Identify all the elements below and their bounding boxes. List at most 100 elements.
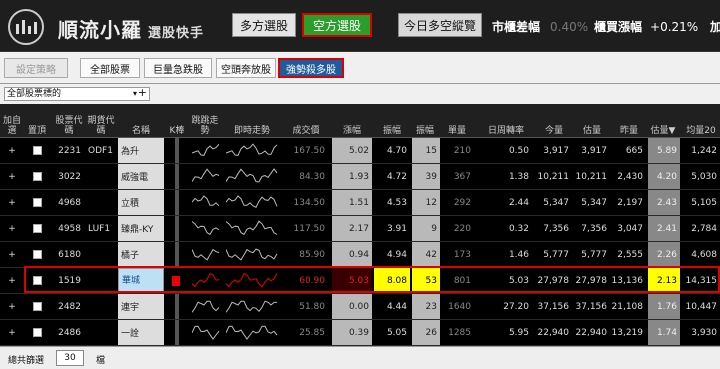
cell-avg: 4,608 (691, 249, 717, 260)
cell-fut (86, 320, 116, 345)
cell-avg: 2,784 (691, 223, 717, 234)
cell-avg: 10,447 (685, 301, 718, 312)
cell-chg: 1.93 (332, 164, 372, 189)
set-strategy-button[interactable]: 設定策略 (4, 58, 68, 78)
cell-name[interactable]: 橘子 (118, 242, 164, 267)
col-add[interactable]: 加自選 (0, 104, 24, 138)
add-watchlist-button[interactable]: + (0, 138, 24, 163)
table-row[interactable]: +1519 華城 60.90 5.03 8.08 53 801 5.03 27,978 27,97… (0, 268, 720, 294)
table-row[interactable]: +2482 連宇 51.80 0.00 4.44 23 1640 27.20 37,156 37,… (0, 294, 720, 320)
cell-name[interactable]: 立積 (118, 190, 164, 215)
cell-ratio: 2.26 (648, 242, 680, 267)
cell-ratio: 1.74 (648, 320, 680, 345)
table-row[interactable]: +2486 一詮 25.85 0.39 5.05 26 1285 5.95 22,940 22,9… (0, 320, 720, 346)
cell-yest: 3,047 (617, 223, 643, 234)
tab-volume-drop[interactable]: 巨量急跌股 (144, 58, 212, 78)
cell-est: 37,156 (575, 301, 608, 312)
pin-checkbox[interactable] (26, 320, 48, 345)
status-bar: 總共篩選 30 檔 (0, 346, 720, 369)
col-pin[interactable]: 置頂 (26, 104, 48, 138)
cell-price: 85.90 (299, 249, 325, 260)
tab-bear-release[interactable]: 空頭奔放股 (216, 58, 276, 78)
col-futures[interactable]: 期貨代碼 (86, 104, 116, 138)
cell-code: 2482 (58, 301, 81, 312)
sparkline (192, 300, 220, 313)
cell-name[interactable]: 威強電 (118, 164, 164, 189)
pin-checkbox[interactable] (26, 190, 48, 215)
cell-amp2: 42 (412, 242, 440, 267)
stock-table: 加自選 置頂 股票代碼 期貨代碼 名稱 K棒 跳跳走勢 即時走勢 成交價 漲幅 … (0, 104, 720, 346)
cell-today: 7,356 (543, 223, 569, 234)
col-unit-vol[interactable]: 單量 (440, 104, 474, 138)
overview-button[interactable]: 今日多空縱覽 (398, 13, 482, 37)
tab-strong-kill[interactable]: 強勢殺多股 (278, 58, 344, 78)
cell-ratio: 2.13 (648, 268, 680, 293)
cell-amp: 4.72 (386, 171, 407, 182)
col-realtime-trend[interactable]: 即時走勢 (224, 104, 280, 138)
cell-name[interactable]: 華城 (118, 268, 164, 293)
cell-vol: 367 (453, 171, 471, 182)
cell-name[interactable]: 連宇 (118, 294, 164, 319)
cell-name[interactable]: 為升 (118, 138, 164, 163)
table-row[interactable]: +4968 立積 134.50 1.51 4.53 12 292 2.44 5,347 5,347… (0, 190, 720, 216)
col-est-vol[interactable]: 估量 (574, 104, 610, 138)
table-row[interactable]: +4958 LUF1 臻鼎-KY 117.50 2.17 3.91 9 220 0.32 7,35… (0, 216, 720, 242)
table-header: 加自選 置頂 股票代碼 期貨代碼 名稱 K棒 跳跳走勢 即時走勢 成交價 漲幅 … (0, 104, 720, 138)
pin-checkbox[interactable] (26, 294, 48, 319)
add-watchlist-button[interactable]: + (0, 294, 24, 319)
cell-vol: 220 (453, 223, 471, 234)
cell-name[interactable]: 一詮 (118, 320, 164, 345)
bull-select-button[interactable]: 多方選股 (232, 13, 296, 37)
add-watchlist-button[interactable]: + (0, 216, 24, 241)
cell-code: 3022 (58, 171, 81, 182)
col-est-ratio[interactable]: 估量▼ (646, 104, 680, 138)
cell-vol: 210 (453, 145, 471, 156)
cell-fut (86, 164, 116, 189)
cell-amp: 5.05 (386, 327, 407, 338)
plus-icon[interactable]: + (138, 87, 147, 99)
stock-scope-select[interactable]: 全部股票標的 ▾ + (4, 87, 150, 101)
pin-checkbox[interactable] (26, 242, 48, 267)
pin-checkbox[interactable] (26, 268, 48, 293)
col-name[interactable]: 名稱 (118, 104, 164, 138)
cell-price: 117.50 (293, 223, 326, 234)
sparkline (226, 300, 278, 313)
col-change[interactable]: 漲幅 (332, 104, 372, 138)
col-amplitude2[interactable]: 振幅 (410, 104, 440, 138)
kbar-mark (175, 164, 179, 189)
col-turnover[interactable]: 日周轉率 (480, 104, 532, 138)
col-yest-vol[interactable]: 昨量 (612, 104, 646, 138)
table-row[interactable]: +3022 威強電 84.30 1.93 4.72 39 367 1.38 10,211 10,2… (0, 164, 720, 190)
col-avg20[interactable]: 均量20 (682, 104, 720, 138)
kbar-mark (175, 320, 179, 345)
cell-chg: 0.39 (332, 320, 372, 345)
col-code[interactable]: 股票代碼 (54, 104, 84, 138)
cell-fut: LUF1 (88, 223, 111, 234)
cell-amp2: 15 (412, 138, 440, 163)
add-watchlist-button[interactable]: + (0, 164, 24, 189)
add-watchlist-button[interactable]: + (0, 242, 24, 267)
cell-fut (86, 190, 116, 215)
col-jump-trend[interactable]: 跳跳走勢 (188, 104, 222, 138)
cell-amp2: 39 (412, 164, 440, 189)
cell-name[interactable]: 臻鼎-KY (118, 216, 164, 241)
pin-checkbox[interactable] (26, 164, 48, 189)
cell-price: 167.50 (293, 145, 326, 156)
cell-amp2: 12 (412, 190, 440, 215)
pin-checkbox[interactable] (26, 216, 48, 241)
cell-amp2: 53 (412, 268, 440, 293)
col-amplitude[interactable]: 振幅 (374, 104, 410, 138)
table-row[interactable]: +2231 ODF1 為升 167.50 5.02 4.70 15 210 0.50 3,917 3… (0, 138, 720, 164)
add-watchlist-button[interactable]: + (0, 190, 24, 215)
tab-all-stocks[interactable]: 全部股票 (80, 58, 140, 78)
col-kbar[interactable]: K棒 (167, 104, 187, 138)
pin-checkbox[interactable] (26, 138, 48, 163)
add-watchlist-button[interactable]: + (0, 320, 24, 345)
cell-code: 4968 (58, 197, 81, 208)
cell-vol: 173 (453, 249, 471, 260)
add-watchlist-button[interactable]: + (0, 268, 24, 293)
col-today-vol[interactable]: 今量 (536, 104, 572, 138)
bear-select-button[interactable]: 空方選股 (302, 13, 372, 37)
table-row[interactable]: +6180 橘子 85.90 0.94 4.94 42 173 1.46 5,777 5,777 2… (0, 242, 720, 268)
col-price[interactable]: 成交價 (284, 104, 328, 138)
